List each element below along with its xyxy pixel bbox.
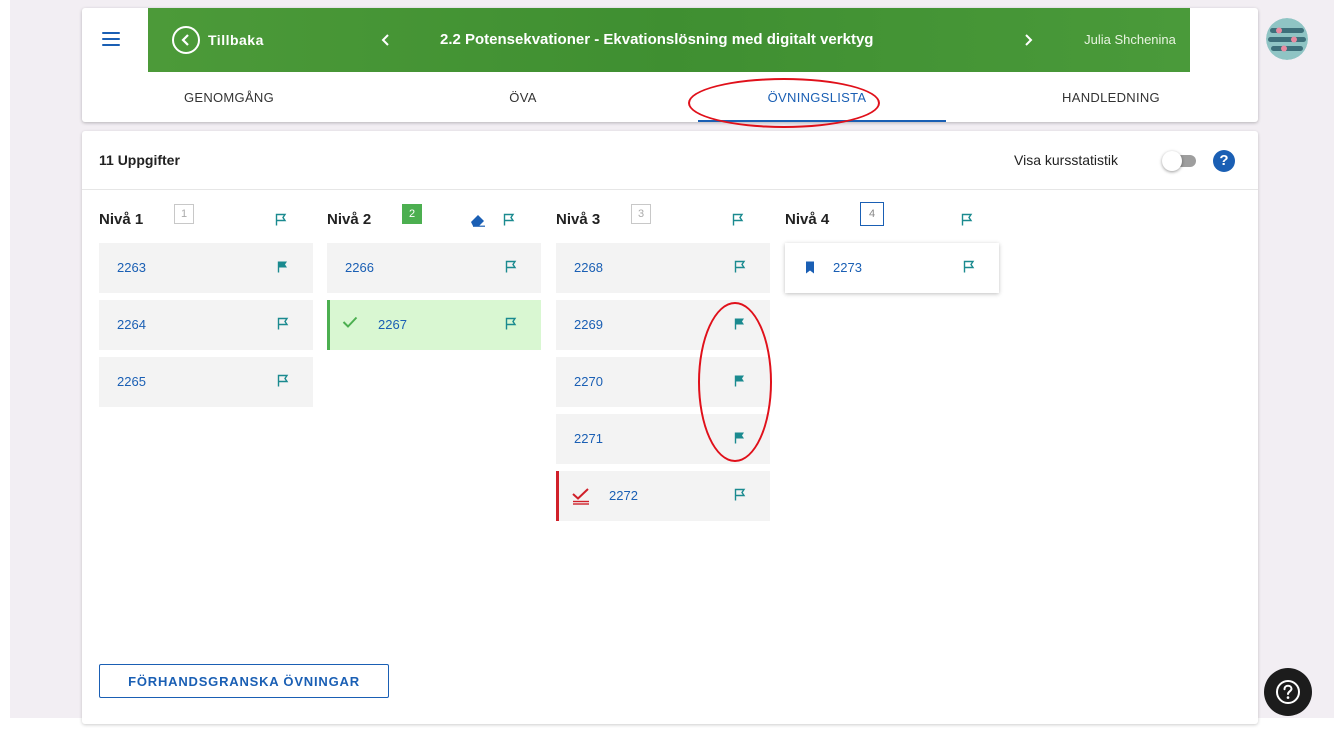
tab-label: ÖVA	[509, 89, 537, 105]
flag-outline-icon[interactable]	[275, 213, 287, 226]
task-number: 2263	[117, 260, 146, 275]
chevron-right-icon	[1025, 34, 1033, 46]
lesson-bar: Tillbaka 2.2 Potensekvationer - Ekvation…	[148, 8, 1308, 72]
task-number: 2270	[574, 374, 603, 389]
avatar[interactable]	[1266, 18, 1308, 60]
task-item[interactable]: 2268	[556, 243, 770, 293]
chevron-left-circle-icon	[172, 26, 200, 54]
next-lesson-button[interactable]	[1018, 28, 1038, 52]
eraser-icon[interactable]	[469, 213, 487, 227]
flag-outline-icon[interactable]	[277, 317, 289, 330]
menu-icon[interactable]	[102, 32, 120, 46]
flag-outline-icon[interactable]	[505, 260, 517, 273]
tab-ovningslista[interactable]: ÖVNINGSLISTA	[670, 72, 964, 122]
task-item[interactable]: 2265	[99, 357, 313, 407]
level-column-3: Nivå 3 3 2268 2269 2270 2271 2272	[556, 203, 770, 521]
previous-lesson-button[interactable]	[376, 28, 396, 52]
level-badge: 2	[402, 204, 422, 224]
task-number: 2268	[574, 260, 603, 275]
floating-help-button[interactable]	[1264, 668, 1312, 716]
checkmark-icon	[342, 316, 358, 328]
level-header: Nivå 4 4	[785, 202, 999, 237]
task-number: 2264	[117, 317, 146, 332]
level-header: Nivå 1 1	[99, 203, 313, 237]
tab-label: HANDLEDNING	[1062, 89, 1160, 105]
task-item[interactable]: 2271	[556, 414, 770, 464]
tab-bar: GENOMGÅNG ÖVA ÖVNINGSLISTA HANDLEDNING	[82, 72, 1258, 122]
tab-label: ÖVNINGSLISTA	[767, 89, 867, 105]
divider	[82, 189, 1258, 190]
flag-outline-icon[interactable]	[963, 260, 975, 273]
task-item-marked[interactable]: 2272	[556, 471, 770, 521]
level-badge: 1	[174, 204, 194, 224]
task-number: 2273	[833, 260, 862, 275]
task-item[interactable]: 2263	[99, 243, 313, 293]
exercise-list-card: 11 Uppgifter Visa kursstatistik ? Nivå 1…	[82, 131, 1258, 724]
page-margin	[0, 0, 10, 742]
back-label: Tillbaka	[208, 32, 264, 48]
flag-filled-icon[interactable]	[734, 374, 746, 387]
flag-outline-icon[interactable]	[277, 374, 289, 387]
level-title: Nivå 3	[556, 211, 601, 228]
level-header: Nivå 2 2	[327, 203, 541, 237]
level-badge: 4	[860, 202, 884, 226]
back-button[interactable]: Tillbaka	[172, 25, 264, 55]
task-count: 11 Uppgifter	[99, 152, 180, 168]
marked-check-icon	[572, 488, 589, 505]
task-number: 2267	[378, 317, 407, 332]
flag-outline-icon[interactable]	[734, 488, 746, 501]
app-header: Tillbaka 2.2 Potensekvationer - Ekvation…	[82, 8, 1308, 122]
level-badge: 3	[631, 204, 651, 224]
course-stats-label: Visa kursstatistik	[1014, 152, 1118, 168]
tab-handledning[interactable]: HANDLEDNING	[964, 72, 1258, 122]
task-number: 2272	[609, 488, 638, 503]
question-circle-icon	[1276, 680, 1300, 704]
course-stats-toggle[interactable]	[1162, 151, 1196, 171]
task-number: 2269	[574, 317, 603, 332]
bookmark-icon	[806, 261, 814, 274]
task-item[interactable]: 2270	[556, 357, 770, 407]
task-item[interactable]: 2269	[556, 300, 770, 350]
level-column-1: Nivå 1 1 2263 2264 2265	[99, 203, 313, 407]
help-icon[interactable]: ?	[1213, 150, 1235, 172]
toggle-knob	[1162, 151, 1182, 171]
level-title: Nivå 1	[99, 211, 144, 228]
task-item[interactable]: 2266	[327, 243, 541, 293]
task-number: 2265	[117, 374, 146, 389]
level-title: Nivå 4	[785, 211, 830, 228]
task-item-completed[interactable]: 2267	[327, 300, 541, 350]
flag-filled-icon[interactable]	[734, 317, 746, 330]
flag-outline-icon[interactable]	[505, 317, 517, 330]
flag-filled-icon[interactable]	[277, 260, 289, 273]
flag-filled-icon[interactable]	[734, 431, 746, 444]
tab-label: GENOMGÅNG	[183, 89, 275, 105]
level-header: Nivå 3 3	[556, 203, 770, 237]
user-name[interactable]: Julia Shchenina	[1070, 32, 1190, 47]
flag-outline-icon[interactable]	[732, 213, 744, 226]
chevron-left-icon	[381, 34, 389, 46]
level-column-4: Nivå 4 4 2273	[785, 202, 999, 293]
tab-genomgang[interactable]: GENOMGÅNG	[82, 72, 376, 122]
flag-outline-icon[interactable]	[734, 260, 746, 273]
preview-exercises-button[interactable]: FÖRHANDSGRANSKA ÖVNINGAR	[99, 664, 389, 698]
level-title: Nivå 2	[327, 211, 372, 228]
task-item[interactable]: 2264	[99, 300, 313, 350]
task-number: 2271	[574, 431, 603, 446]
level-column-2: Nivå 2 2 2266 2267	[327, 203, 541, 350]
task-item-bookmarked[interactable]: 2273	[785, 243, 999, 293]
lesson-title: 2.2 Potensekvationer - Ekvationslösning …	[440, 31, 874, 48]
tab-ova[interactable]: ÖVA	[376, 72, 670, 122]
flag-outline-icon[interactable]	[961, 213, 973, 226]
task-number: 2266	[345, 260, 374, 275]
flag-outline-icon[interactable]	[503, 213, 515, 226]
